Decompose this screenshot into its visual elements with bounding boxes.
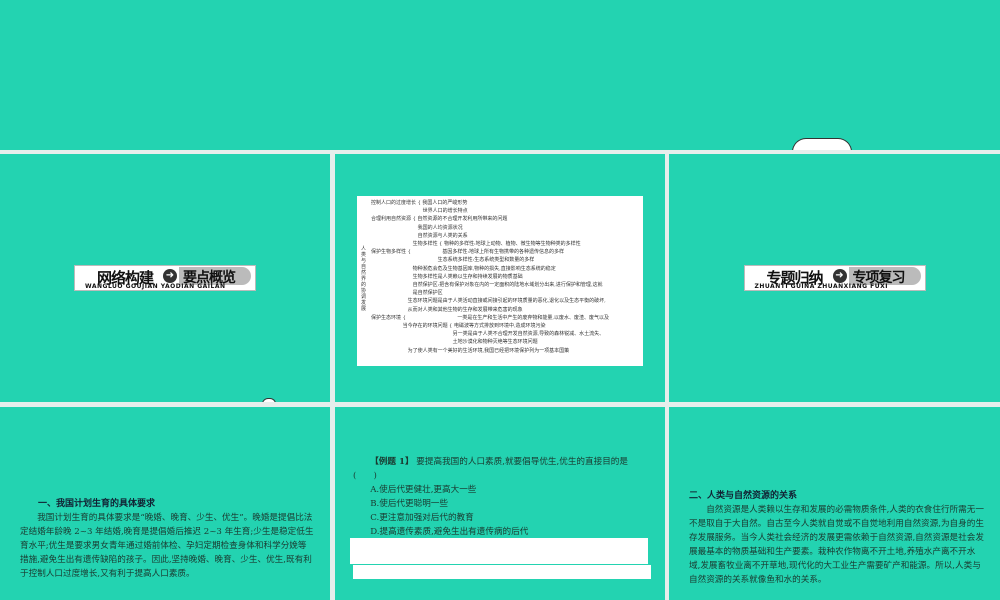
mind-map-row: 当今存在的环境问题 { 电磁波等方式排放到环境中,造成环境污染 [371, 323, 546, 330]
option-d: D.提高遗传素质,避免生出有遗传病的后代 [370, 527, 529, 537]
section-banner: 网络构建 ➜ 要点概览 WANGLUO GOUJIAN YAODIAN GAIL… [74, 265, 256, 291]
mind-map-row: 世界人口的增长特点 [371, 208, 468, 215]
slide-3[interactable]: 人类与自然界的协调发展 控制人口的过度增长 { 我国人口的严峻形势 世界人口的增… [335, 154, 665, 402]
section-banner: 专题归纳 ➜ 专项复习 ZHUANTI GUINA ZHUANXIANG FUX… [743, 265, 926, 291]
analysis-box [353, 565, 651, 579]
mind-map-row: 自然资源与人类的关系 [371, 232, 468, 239]
slide-7[interactable]: 二、人类与自然资源的关系 自然资源是人类赖以生存和发展的必需物质条件,人类的衣食… [669, 407, 1000, 600]
arrow-right-icon: ➜ [163, 269, 177, 283]
option-b: B.使后代更聪明一些 [370, 499, 448, 509]
mind-map-row: 从而对人类和其他生物的生存和发展带来危害的现象 [371, 306, 523, 313]
mind-map-row: 生态环境问题是由于人类活动直接或间接引起的环境质量的恶化,退化以及生态平衡的破坏… [371, 298, 606, 305]
section-heading: 一、我国计划生育的具体要求 [38, 499, 156, 509]
banner-pinyin: ZHUANTI GUINA ZHUANXIANG FUXI [754, 283, 889, 290]
mind-map-root: 人类与自然界的协调发展 [361, 246, 367, 312]
mind-map-row: 保护生物多样性 { 基因多样性:地球上所有生物携带的各种遗传信息的多样 [371, 249, 565, 256]
question-block: 【例题 1】 要提高我国的人口素质,就要倡导优生,优生的直接目的是( ) A.使… [353, 455, 651, 539]
section-heading: 二、人类与自然资源的关系 [689, 491, 798, 501]
text-block: 二、人类与自然资源的关系 自然资源是人类赖以生存和发展的必需物质条件,人类的衣食… [689, 489, 985, 587]
option-c: C.更注意加强对后代的教育 [370, 513, 474, 523]
mind-map-row: 生物多样性是人类赖以生存和持续发展的物质基础 [371, 273, 523, 280]
mind-map-row: 保护生态环境 { 一类是在生产和生活中产生的废弃物和能量,以废水、废渣、废气以及 [371, 314, 609, 321]
slide-2[interactable]: 网络构建 ➜ 要点概览 WANGLUO GOUJIAN YAODIAN GAIL… [0, 154, 330, 402]
slide-5[interactable]: 一、我国计划生育的具体要求 我国计划生育的具体要求是“晚婚、晚育、少生、优生”。… [0, 407, 330, 600]
mind-map-row: 生态系统多样性:生态系统类型和数量的多样 [371, 257, 535, 264]
mind-map-row: 另一类是由于人类不合理开发自然资源,导致的森林锐减、水土流失、 [371, 331, 605, 338]
answer-box [350, 538, 648, 564]
question-label: 【例题 1】 [370, 457, 414, 467]
paragraph: 我国计划生育的具体要求是“晚婚、晚育、少生、优生”。晚婚是提倡比法定结婚年龄晚 … [20, 513, 314, 579]
banner-pinyin: WANGLUO GOUJIAN YAODIAN GAILAN [85, 283, 226, 290]
slide-1[interactable] [0, 0, 1000, 150]
mind-map-row: 土地沙漠化和物种灭绝等生态环境问题 [371, 339, 538, 346]
mind-map-row: 合理利用自然资源 { 自然资源的不合理开发利用所带来的问题 [371, 216, 508, 223]
mind-map-row: 我国的人均资源状况 [371, 224, 463, 231]
slide-6[interactable]: 【例题 1】 要提高我国的人口素质,就要倡导优生,优生的直接目的是( ) A.使… [335, 407, 665, 600]
mind-map-row: 生物多样性 { 物种的多样性:地球上动物、植物、微生物等生物种类的多样性 [371, 241, 581, 248]
arrow-right-icon: ➜ [832, 269, 847, 283]
mind-map-row: 自然保护区:把含有保护对象在内的一定面积的陆地水域划分出来,进行保护和管理,这就 [371, 282, 603, 289]
head-decoration [262, 398, 276, 402]
mind-map: 人类与自然界的协调发展 控制人口的过度增长 { 我国人口的严峻形势 世界人口的增… [357, 196, 643, 366]
paragraph: 自然资源是人类赖以生存和发展的必需物质条件,人类的衣食住行所需无一不是取自于大自… [689, 505, 984, 585]
mind-map-row: 为了使人类有一个美好的生活环境,我国已经把环境保护列为一项基本国策 [371, 347, 570, 354]
slide-4[interactable]: 专题归纳 ➜ 专项复习 ZHUANTI GUINA ZHUANXIANG FUX… [669, 154, 1000, 402]
mind-map-row: 是自然保护区 [371, 290, 443, 297]
option-a: A.使后代更健壮,更高大一些 [370, 485, 477, 495]
text-block: 一、我国计划生育的具体要求 我国计划生育的具体要求是“晚婚、晚育、少生、优生”。… [20, 497, 315, 581]
mind-map-row: 物种濒危会危及生物基因库,物种的损失,直接影响生态系统的稳定 [371, 265, 556, 272]
mind-map-row: 控制人口的过度增长 { 我国人口的严峻形势 [371, 200, 468, 206]
character-head-decoration [792, 138, 852, 150]
